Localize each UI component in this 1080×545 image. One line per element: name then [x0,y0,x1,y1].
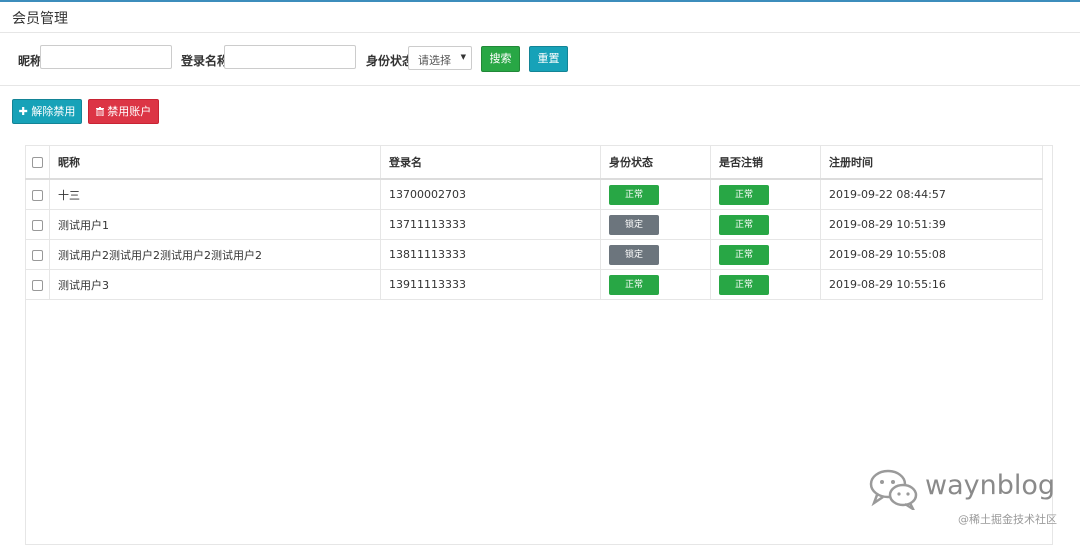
status-badge[interactable]: 锁定 [609,214,659,235]
login-cell: 13711113333 [380,209,601,240]
register-time-cell: 2019-08-29 10:51:39 [820,209,1043,240]
nickname-cell: 测试用户3 [49,269,381,300]
nickname-input[interactable] [40,45,172,69]
row-checkbox-cell [25,239,50,270]
ban-account-button-label: 禁用账户 [107,105,152,118]
status-select[interactable]: 请选择 ▼ [408,46,472,70]
page-title: 会员管理 [12,11,68,27]
column-header-nickname[interactable]: 昵称 [49,145,381,180]
trash-icon [95,107,104,117]
select-all-checkbox[interactable] [32,157,43,168]
login-cell: 13911113333 [380,269,601,300]
cancelled-cell: 正常 [710,269,821,300]
header-checkbox-cell [25,145,50,180]
row-checkbox[interactable] [32,219,43,231]
login-cell: 13811113333 [380,239,601,270]
cancelled-badge[interactable]: 正常 [719,184,769,205]
member-table: 昵称 登录名 身份状态 是否注销 注册时间 十三 13700002703 正常 … [25,145,1043,300]
status-badge[interactable]: 正常 [609,274,659,295]
login-name-input[interactable] [224,45,356,69]
login-cell: 13700002703 [380,178,601,210]
row-checkbox[interactable] [32,249,43,261]
nickname-label: 昵称 [18,54,43,68]
reset-button[interactable]: 重置 [529,46,568,72]
register-time-cell: 2019-08-29 10:55:08 [820,239,1043,270]
table-row[interactable]: 测试用户1 13711113333 锁定 正常 2019-08-29 10:51… [25,209,1043,240]
register-time-cell: 2019-09-22 08:44:57 [820,178,1043,210]
cancelled-badge[interactable]: 正常 [719,244,769,265]
column-header-login[interactable]: 登录名 [380,145,601,180]
login-name-label: 登录名称 [181,54,230,68]
row-checkbox-cell [25,209,50,240]
status-cell: 正常 [600,178,711,210]
watermark-brand: waynblog [925,470,1056,501]
register-time-cell: 2019-08-29 10:55:16 [820,269,1043,300]
column-header-status[interactable]: 身份状态 [600,145,711,180]
column-header-register-time[interactable]: 注册时间 [820,145,1043,180]
status-cell: 锁定 [600,209,711,240]
status-badge[interactable]: 锁定 [609,244,659,265]
status-badge[interactable]: 正常 [609,184,659,205]
status-select-value: 请选择 [418,54,451,67]
search-button[interactable]: 搜索 [481,46,520,72]
row-checkbox[interactable] [32,279,43,291]
status-cell: 正常 [600,269,711,300]
search-bar: 昵称 登录名称 身份状态 请选择 ▼ 搜索 重置 [0,33,1080,86]
nickname-cell: 十三 [49,178,381,210]
table-row[interactable]: 测试用户3 13911113333 正常 正常 2019-08-29 10:55… [25,269,1043,300]
status-label: 身份状态 [366,54,415,68]
nickname-cell: 测试用户1 [49,209,381,240]
cancelled-cell: 正常 [710,209,821,240]
chevron-down-icon: ▼ [460,53,466,61]
row-checkbox[interactable] [32,189,43,201]
plus-icon: ✚ [18,105,28,118]
page-header: 会员管理 [0,2,1080,33]
status-cell: 锁定 [600,239,711,270]
table-row[interactable]: 测试用户2测试用户2测试用户2测试用户2 13811113333 锁定 正常 2… [25,239,1043,270]
table-row[interactable]: 十三 13700002703 正常 正常 2019-09-22 08:44:57 [25,178,1043,210]
row-checkbox-cell [25,178,50,210]
column-header-cancelled[interactable]: 是否注销 [710,145,821,180]
row-checkbox-cell [25,269,50,300]
cancelled-badge[interactable]: 正常 [719,214,769,235]
unban-button-label: 解除禁用 [31,105,76,118]
cancelled-badge[interactable]: 正常 [719,274,769,295]
table-header-row: 昵称 登录名 身份状态 是否注销 注册时间 [25,145,1043,180]
unban-button[interactable]: ✚ 解除禁用 [12,99,82,124]
cancelled-cell: 正常 [710,239,821,270]
watermark-subtitle: @稀土掘金技术社区 [958,513,1057,526]
nickname-cell: 测试用户2测试用户2测试用户2测试用户2 [49,239,381,270]
cancelled-cell: 正常 [710,178,821,210]
ban-account-button[interactable]: 禁用账户 [88,99,159,124]
wechat-icon [869,469,918,510]
